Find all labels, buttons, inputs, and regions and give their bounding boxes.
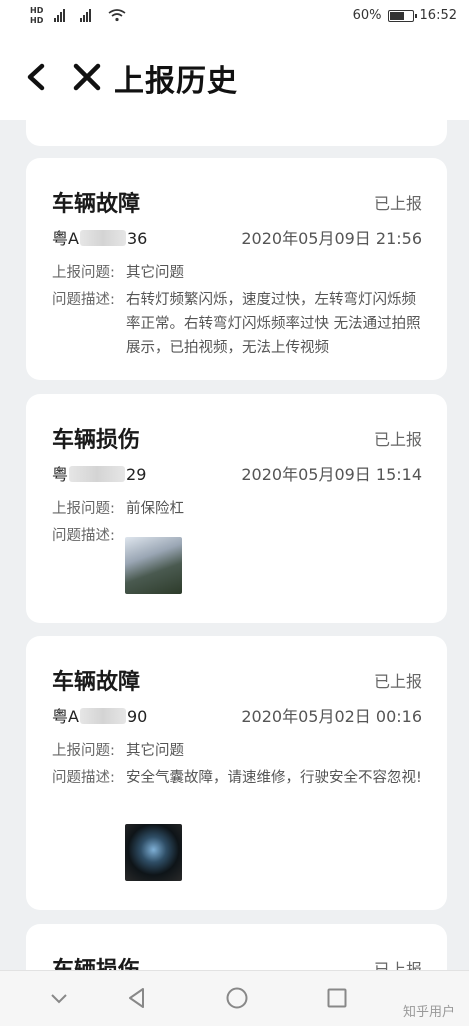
report-time: 2020年05月09日 15:14 [241, 465, 422, 484]
status-badge: 已上报 [373, 194, 422, 213]
back-triangle-icon[interactable] [124, 985, 150, 1011]
issue-value: 前保险杠 [126, 501, 184, 517]
fault-photo-thumbnail[interactable] [125, 824, 182, 881]
report-title: 车辆故障 [52, 670, 141, 695]
description-label: 问题描述: [52, 770, 115, 786]
report-title: 车辆损伤 [52, 952, 140, 970]
report-title: 车辆损伤 [52, 428, 141, 453]
battery-icon [387, 9, 417, 22]
report-card[interactable]: 车辆损伤 已上报 [26, 924, 447, 970]
issue-row: 上报问题: 其它问题 [52, 261, 426, 285]
status-badge: 已上报 [373, 430, 422, 449]
plate-number: 粤A 36 [52, 229, 148, 248]
status-badge: 已上报 [373, 672, 422, 691]
description-row: 问题描述: 右转灯频繁闪烁，速度过快，左转弯灯闪烁频率正常。右转弯灯闪烁频率过快… [52, 288, 426, 360]
clock: 16:52 [419, 8, 457, 23]
report-card[interactable]: 车辆故障 已上报 粤A 36 2020年05月09日 21:56 上报问题: 其它… [26, 158, 447, 380]
status-bar: HD HD 60% 16:52 [0, 0, 469, 34]
issue-row: 上报问题: 其它问题 [52, 739, 426, 763]
watermark: 知乎用户 [402, 1005, 455, 1020]
plate-number: 粤A 90 [52, 707, 148, 726]
signal-icon [54, 9, 65, 22]
issue-value: 其它问题 [126, 743, 184, 759]
description-row: 问题描述: [52, 524, 426, 548]
home-circle-icon[interactable] [224, 985, 250, 1011]
app-header: 上报历史 [0, 34, 469, 120]
report-title: 车辆故障 [52, 192, 141, 217]
page-title: 上报历史 [114, 64, 238, 99]
plate-number: 粤 29 [52, 465, 147, 484]
status-badge: 已上报 [373, 960, 422, 970]
description-value: 右转灯频繁闪烁，速度过快，左转弯灯闪烁频率正常。右转弯灯闪烁频率过快 无法通过拍… [126, 292, 421, 356]
damage-photo-thumbnail[interactable] [125, 537, 182, 594]
chevron-down-icon[interactable] [46, 985, 72, 1011]
report-list[interactable]: 车辆故障 已上报 粤A 36 2020年05月09日 21:56 上报问题: 其它… [0, 120, 469, 970]
description-label: 问题描述: [52, 528, 115, 544]
issue-value: 其它问题 [126, 265, 184, 281]
report-card[interactable]: 车辆损伤 已上报 粤 29 2020年05月09日 15:14 上报问题: 前保险… [26, 394, 447, 623]
back-button[interactable] [20, 60, 54, 94]
report-time: 2020年05月09日 21:56 [241, 229, 422, 248]
battery-percent: 60% [352, 8, 382, 23]
wifi-icon [108, 9, 126, 22]
issue-label: 上报问题: [52, 743, 115, 759]
report-card[interactable]: 车辆故障 已上报 粤A 90 2020年05月02日 00:16 上报问题: 其它… [26, 636, 447, 910]
report-time: 2020年05月02日 00:16 [241, 707, 422, 726]
issue-label: 上报问题: [52, 265, 115, 281]
signal-icon [80, 9, 91, 22]
recents-square-icon[interactable] [324, 985, 350, 1011]
close-button[interactable] [70, 60, 104, 94]
report-card[interactable] [26, 120, 447, 146]
hd-indicator: HD HD [30, 6, 44, 25]
issue-row: 上报问题: 前保险杠 [52, 497, 426, 521]
issue-label: 上报问题: [52, 501, 115, 517]
system-nav-bar: 知乎用户 [0, 970, 469, 1026]
description-row: 问题描述: 安全气囊故障，请速维修，行驶安全不容忽视! [52, 766, 426, 790]
description-label: 问题描述: [52, 292, 115, 308]
description-value: 安全气囊故障，请速维修，行驶安全不容忽视! [126, 770, 422, 786]
